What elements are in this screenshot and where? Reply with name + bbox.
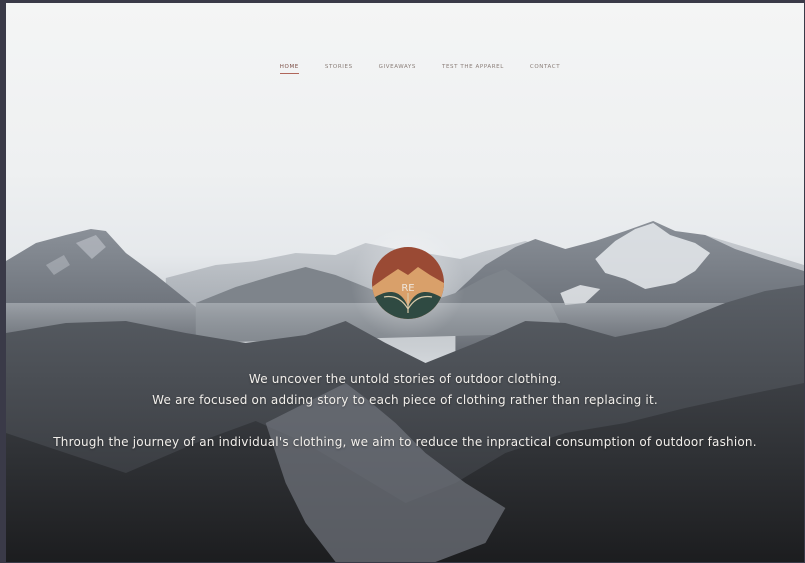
nav-home[interactable]: HOME bbox=[279, 64, 299, 74]
tagline-line-1: We uncover the untold stories of outdoor… bbox=[248, 372, 562, 386]
main-nav: HOME STORIES GIVEAWAYS TEST THE APPAREL … bbox=[6, 64, 804, 74]
logo-text: RE bbox=[401, 283, 414, 294]
nav-test-the-apparel[interactable]: TEST THE APPAREL bbox=[442, 64, 504, 74]
tagline-line-2: We are focused on adding story to each p… bbox=[152, 393, 658, 407]
tagline-line-3: Through the journey of an individual's c… bbox=[53, 435, 757, 449]
nav-giveaways[interactable]: GIVEAWAYS bbox=[379, 64, 416, 74]
brand-logo[interactable]: RE bbox=[372, 247, 444, 319]
browser-viewport: HOME STORIES GIVEAWAYS TEST THE APPAREL … bbox=[0, 0, 805, 563]
nav-contact[interactable]: CONTACT bbox=[530, 64, 560, 74]
hero-section: HOME STORIES GIVEAWAYS TEST THE APPAREL … bbox=[6, 3, 804, 562]
nav-stories[interactable]: STORIES bbox=[325, 64, 353, 74]
